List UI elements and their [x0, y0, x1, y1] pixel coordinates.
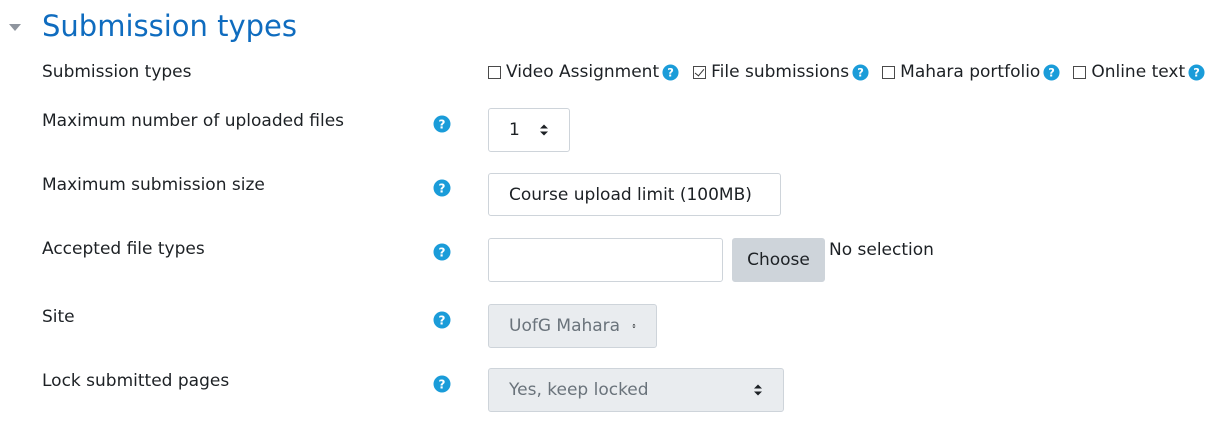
choose-button[interactable]: Choose: [732, 238, 825, 282]
svg-text:?: ?: [439, 245, 446, 259]
svg-text:?: ?: [439, 181, 446, 195]
max-size-help-icon[interactable]: ?: [433, 179, 451, 197]
svg-text:?: ?: [667, 65, 674, 79]
option-video-assignment[interactable]: Video Assignment ?: [488, 62, 679, 82]
video-assignment-label[interactable]: Video Assignment: [506, 62, 659, 82]
svg-text:?: ?: [439, 313, 446, 327]
max-size-label: Maximum submission size: [42, 175, 265, 195]
sort-arrows-icon: [754, 384, 762, 396]
max-size-value: Course upload limit (100MB): [509, 184, 752, 205]
file-submissions-checkbox[interactable]: [693, 65, 707, 79]
online-text-label[interactable]: Online text: [1091, 62, 1185, 82]
submission-type-options: Video Assignment ? File submissions ? Ma…: [488, 62, 1205, 82]
file-types-label: Accepted file types: [42, 239, 205, 259]
svg-text:?: ?: [439, 117, 446, 131]
video-assignment-checkbox[interactable]: [488, 65, 501, 79]
site-value: UofG Mahara: [509, 316, 621, 336]
collapse-chevron-icon[interactable]: [8, 20, 22, 34]
online-text-help-icon[interactable]: ?: [1188, 63, 1205, 81]
lock-pages-help-icon[interactable]: ?: [433, 375, 451, 393]
file-submissions-label[interactable]: File submissions: [711, 62, 849, 82]
site-select: UofG Mahara: [488, 304, 657, 348]
file-types-help-icon[interactable]: ?: [433, 243, 451, 261]
option-file-submissions[interactable]: File submissions ?: [693, 62, 869, 82]
option-mahara-portfolio[interactable]: Mahara portfolio ?: [882, 62, 1060, 82]
max-files-select[interactable]: 1: [488, 108, 570, 152]
online-text-checkbox[interactable]: [1073, 65, 1087, 79]
file-types-status: No selection: [829, 240, 934, 260]
mahara-portfolio-help-icon[interactable]: ?: [1043, 63, 1060, 81]
svg-text:?: ?: [857, 65, 864, 79]
option-online-text[interactable]: Online text ?: [1073, 62, 1205, 82]
max-size-select[interactable]: Course upload limit (100MB): [488, 173, 781, 216]
file-submissions-help-icon[interactable]: ?: [852, 63, 869, 81]
max-files-label: Maximum number of uploaded files: [42, 111, 345, 131]
file-types-input[interactable]: [488, 238, 723, 282]
site-help-icon[interactable]: ?: [433, 311, 451, 329]
max-files-help-icon[interactable]: ?: [433, 115, 451, 133]
lock-pages-select: Yes, keep locked: [488, 368, 784, 412]
video-assignment-help-icon[interactable]: ?: [662, 63, 679, 81]
submission-types-label: Submission types: [42, 62, 192, 82]
mahara-portfolio-label[interactable]: Mahara portfolio: [900, 62, 1040, 82]
svg-text:?: ?: [1049, 65, 1056, 79]
sort-arrows-icon: [540, 124, 548, 136]
max-files-value: 1: [509, 120, 520, 140]
svg-text:?: ?: [1193, 65, 1200, 79]
mahara-portfolio-checkbox[interactable]: [882, 65, 896, 79]
lock-pages-label: Lock submitted pages: [42, 371, 230, 391]
lock-pages-value: Yes, keep locked: [509, 380, 649, 400]
sort-arrows-icon: [632, 323, 636, 329]
site-label: Site: [42, 307, 75, 327]
section-title[interactable]: Submission types: [42, 6, 297, 46]
svg-text:?: ?: [439, 377, 446, 391]
